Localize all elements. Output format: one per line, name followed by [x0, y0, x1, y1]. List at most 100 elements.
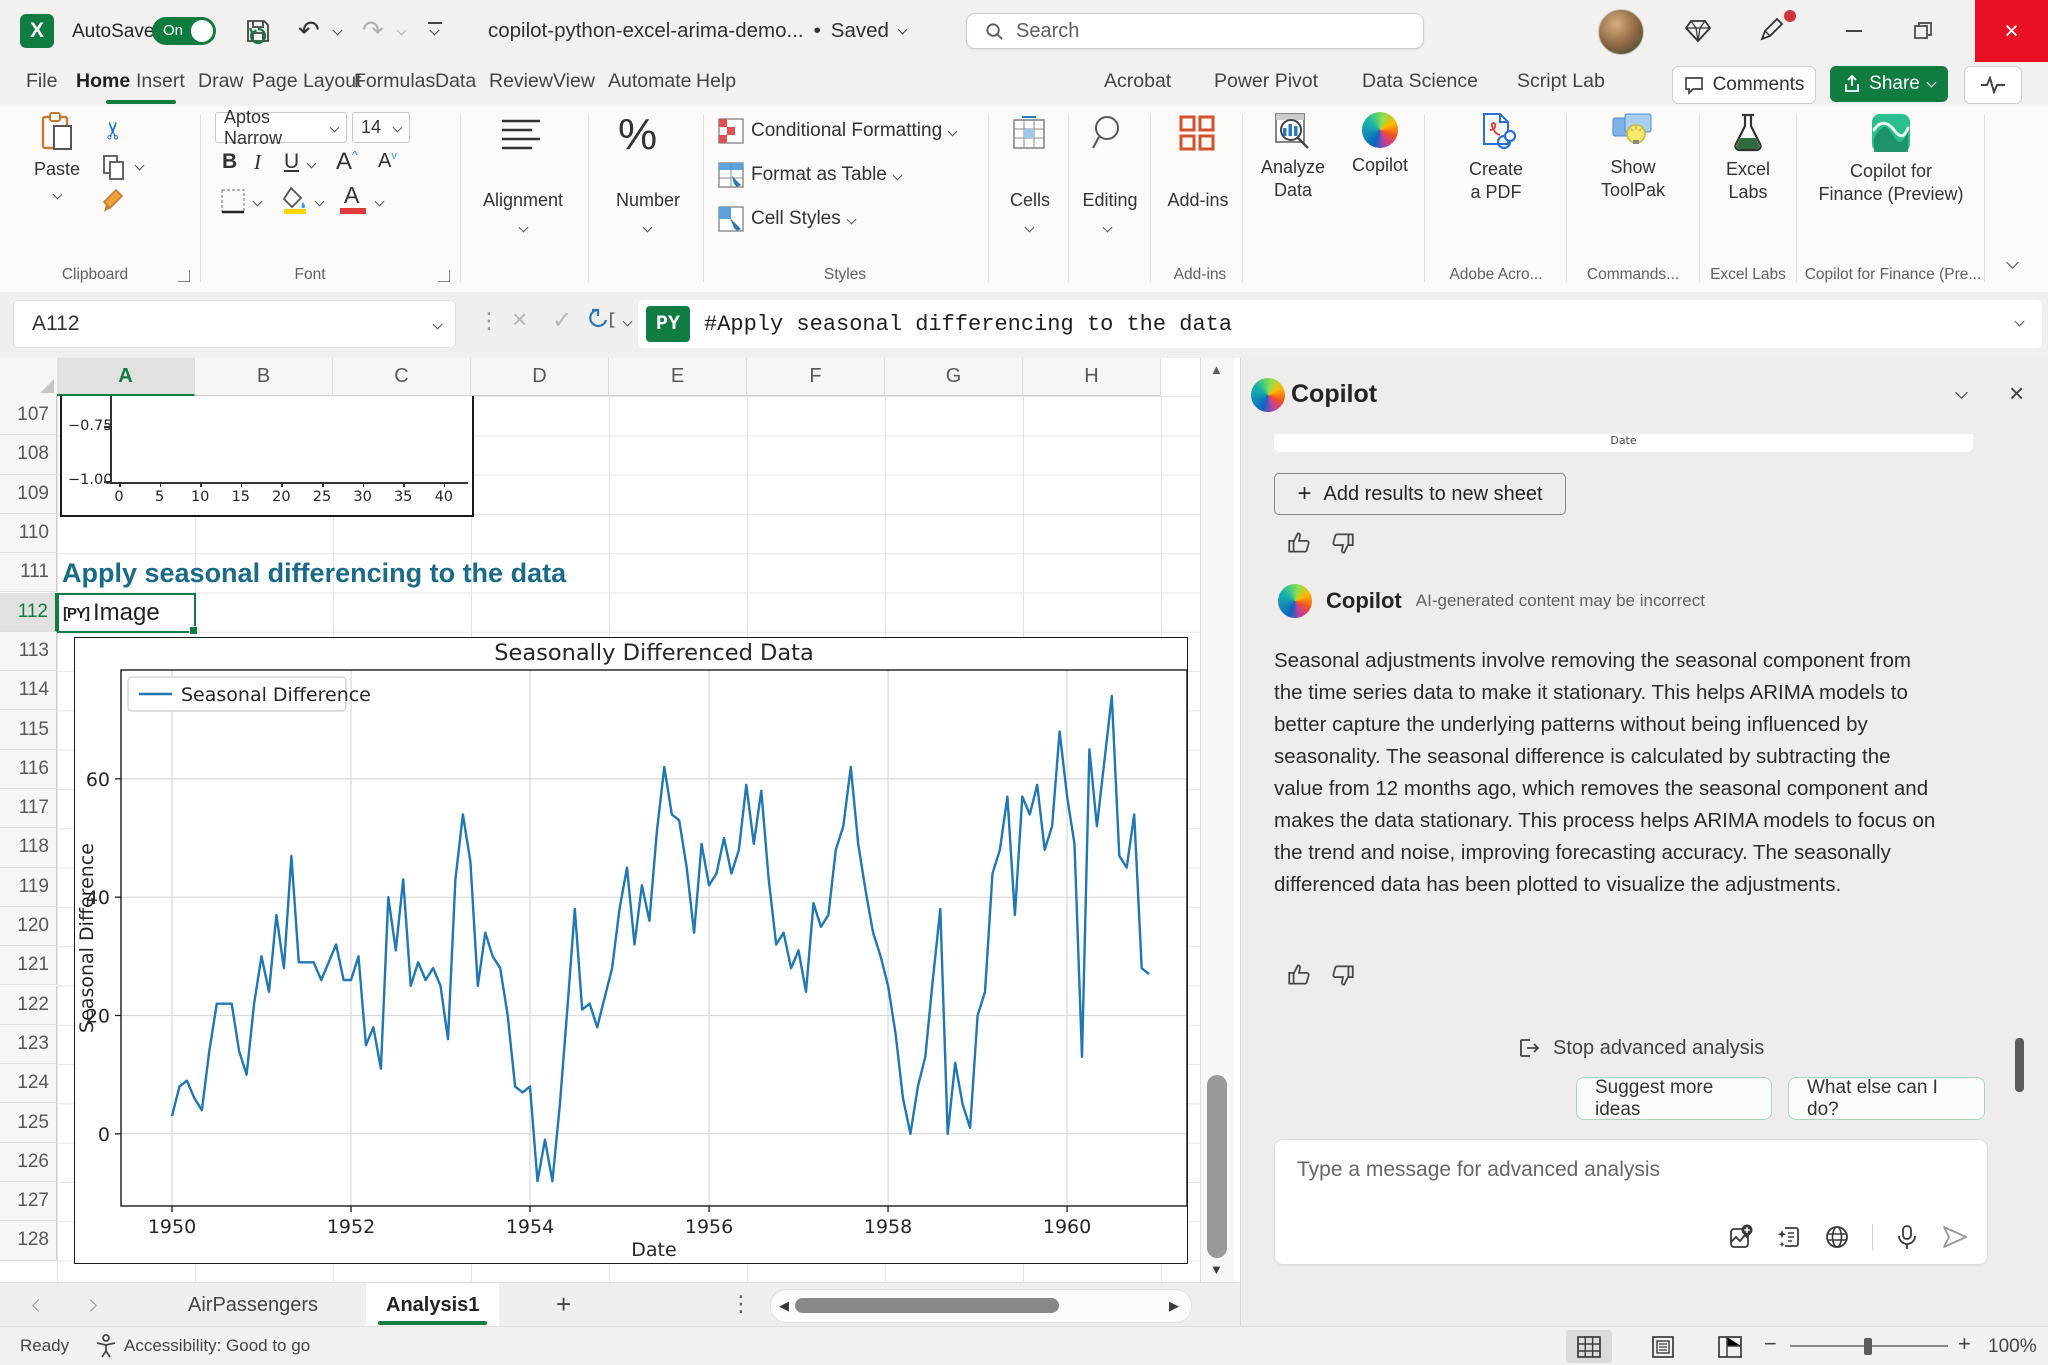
row-header-123[interactable]: 123 [0, 1025, 57, 1064]
grow-font-button[interactable]: A^ [336, 148, 358, 176]
redo-dropdown-icon[interactable] [397, 26, 407, 36]
borders-chevron-icon[interactable] [253, 197, 263, 207]
sheet-list-icon[interactable]: ⋮ [730, 1291, 752, 1317]
select-all-corner[interactable] [0, 358, 58, 397]
copilot-ribbon-button[interactable]: Copilot [1340, 112, 1420, 177]
fill-color-button[interactable] [282, 186, 308, 214]
quick-access-chevron-icon[interactable] [430, 26, 440, 36]
globe-icon[interactable] [1824, 1224, 1850, 1250]
row-header-115[interactable]: 115 [0, 710, 57, 749]
fill-handle[interactable] [189, 626, 198, 635]
shrink-font-button[interactable]: Av [378, 150, 397, 173]
number-chevron-icon[interactable] [643, 223, 653, 233]
row-header-111[interactable]: 111 [0, 553, 57, 592]
scroll-right-icon[interactable]: ▶ [1169, 1298, 1179, 1314]
scroll-down-icon[interactable]: ▼ [1210, 1262, 1223, 1277]
copilot-finance-button[interactable]: Copilot for Finance (Preview) [1806, 112, 1976, 206]
row-header-126[interactable]: 126 [0, 1143, 57, 1182]
redo-icon[interactable]: ↷ [362, 15, 384, 46]
column-header-c[interactable]: C [333, 358, 471, 396]
mini-chart-image[interactable]: −0.75 −1.00 0510152025303540 [60, 396, 474, 517]
create-pdf-button[interactable]: Create a PDF [1438, 112, 1554, 204]
row-header-127[interactable]: 127 [0, 1182, 57, 1221]
analyze-data-button[interactable]: Analyze Data [1248, 112, 1338, 202]
paste-button[interactable]: Paste [26, 112, 88, 204]
cut-icon[interactable]: ✂ [100, 120, 129, 140]
cells-button[interactable]: Cells [998, 190, 1062, 211]
excel-logo-icon[interactable]: X [20, 14, 54, 48]
column-header-h[interactable]: H [1023, 358, 1161, 396]
row-header-128[interactable]: 128 [0, 1221, 57, 1260]
stop-advanced-analysis-button[interactable]: Stop advanced analysis [1517, 1036, 1764, 1060]
column-header-g[interactable]: G [885, 358, 1023, 396]
page-layout-view-button[interactable] [1640, 1330, 1686, 1363]
editing-chevron-icon[interactable] [1103, 223, 1113, 233]
suggestion-pill[interactable]: What else can I do? [1788, 1077, 1985, 1120]
underline-chevron-icon[interactable] [307, 159, 317, 169]
show-toolpak-button[interactable]: Show ToolPak [1578, 112, 1688, 202]
undo-icon[interactable]: ↶ [298, 15, 320, 46]
bold-button[interactable]: B [222, 150, 237, 174]
row-header-114[interactable]: 114 [0, 671, 57, 710]
row-header-113[interactable]: 113 [0, 632, 57, 671]
search-input[interactable]: Search [966, 13, 1424, 49]
prev-sheet-icon[interactable] [32, 1299, 45, 1312]
font-name-select[interactable]: Aptos Narrow [215, 112, 347, 143]
insert-python-icon[interactable]: [ ] [588, 306, 622, 336]
collapse-ribbon-icon[interactable] [2006, 256, 2019, 269]
premium-diamond-icon[interactable] [1684, 17, 1712, 45]
ribbon-tab-script-lab[interactable]: Script Lab [1517, 70, 1605, 93]
comments-button[interactable]: Comments [1672, 66, 1816, 104]
copilot-scroll-thumb[interactable] [2015, 1038, 2024, 1092]
ribbon-tab-data-science[interactable]: Data Science [1362, 70, 1478, 93]
zoom-slider-thumb[interactable] [1864, 1338, 1872, 1355]
enter-check-icon[interactable]: ✓ [552, 306, 572, 335]
seasonal-difference-chart[interactable]: 1950195219541956195819600204060Seasonall… [74, 637, 1188, 1264]
add-image-icon[interactable] [1728, 1224, 1754, 1250]
activity-pulse-button[interactable] [1964, 66, 2022, 104]
save-icon[interactable] [244, 17, 272, 45]
suggestion-pill[interactable]: Suggest more ideas [1576, 1077, 1772, 1120]
conditional-formatting-button[interactable]: Conditional Formatting [718, 118, 956, 144]
ribbon-tab-draw[interactable]: Draw [198, 70, 244, 93]
add-sheet-button[interactable]: + [556, 1289, 571, 1320]
close-button[interactable]: × [1975, 0, 2048, 62]
page-break-preview-button[interactable] [1707, 1330, 1753, 1363]
ribbon-tab-review[interactable]: Review [489, 70, 553, 93]
ribbon-tab-file[interactable]: File [26, 70, 57, 93]
thumbs-down-icon[interactable] [1330, 530, 1356, 556]
filename-area[interactable]: copilot-python-excel-arima-demo... • Sav… [488, 19, 906, 43]
row-header-121[interactable]: 121 [0, 946, 57, 985]
thumbs-up-icon[interactable] [1286, 962, 1312, 988]
row-header-107[interactable]: 107 [0, 396, 57, 435]
addins-button[interactable]: Add-ins [1158, 190, 1238, 211]
row-header-117[interactable]: 117 [0, 789, 57, 828]
section-heading-cell[interactable]: Apply seasonal differencing to the data [62, 558, 566, 589]
mic-icon[interactable] [1895, 1224, 1919, 1250]
cell-styles-button[interactable]: Cell Styles [718, 206, 855, 232]
editing-button[interactable]: Editing [1072, 190, 1148, 211]
zoom-level[interactable]: 100% [1988, 1336, 2037, 1358]
ribbon-tab-home[interactable]: Home [76, 70, 130, 93]
share-button[interactable]: Share [1830, 66, 1948, 102]
format-painter-icon[interactable] [100, 188, 128, 214]
ribbon-tab-automate[interactable]: Automate [608, 70, 691, 93]
next-sheet-icon[interactable] [84, 1299, 97, 1312]
font-size-select[interactable]: 14 [352, 112, 410, 143]
cells-chevron-icon[interactable] [1025, 223, 1035, 233]
name-box[interactable]: A112 [13, 300, 456, 348]
feedback-pen-icon[interactable] [1756, 15, 1786, 45]
horizontal-scrollbar[interactable]: ◀ ▶ [770, 1289, 1192, 1323]
sheet-tab-airpassengers[interactable]: AirPassengers [168, 1283, 338, 1327]
column-header-a[interactable]: A [57, 358, 195, 396]
ribbon-tab-help[interactable]: Help [696, 70, 736, 93]
sheet-tab-analysis1[interactable]: Analysis1 [366, 1283, 499, 1327]
italic-button[interactable]: I [254, 150, 261, 175]
ribbon-tab-view[interactable]: View [553, 70, 595, 93]
selected-cell-a112[interactable]: [PY] Image [57, 593, 196, 633]
row-header-122[interactable]: 122 [0, 986, 57, 1025]
row-header-108[interactable]: 108 [0, 435, 57, 474]
thumbs-up-icon[interactable] [1286, 530, 1312, 556]
restore-button[interactable] [1914, 22, 1932, 40]
column-header-d[interactable]: D [471, 358, 609, 396]
